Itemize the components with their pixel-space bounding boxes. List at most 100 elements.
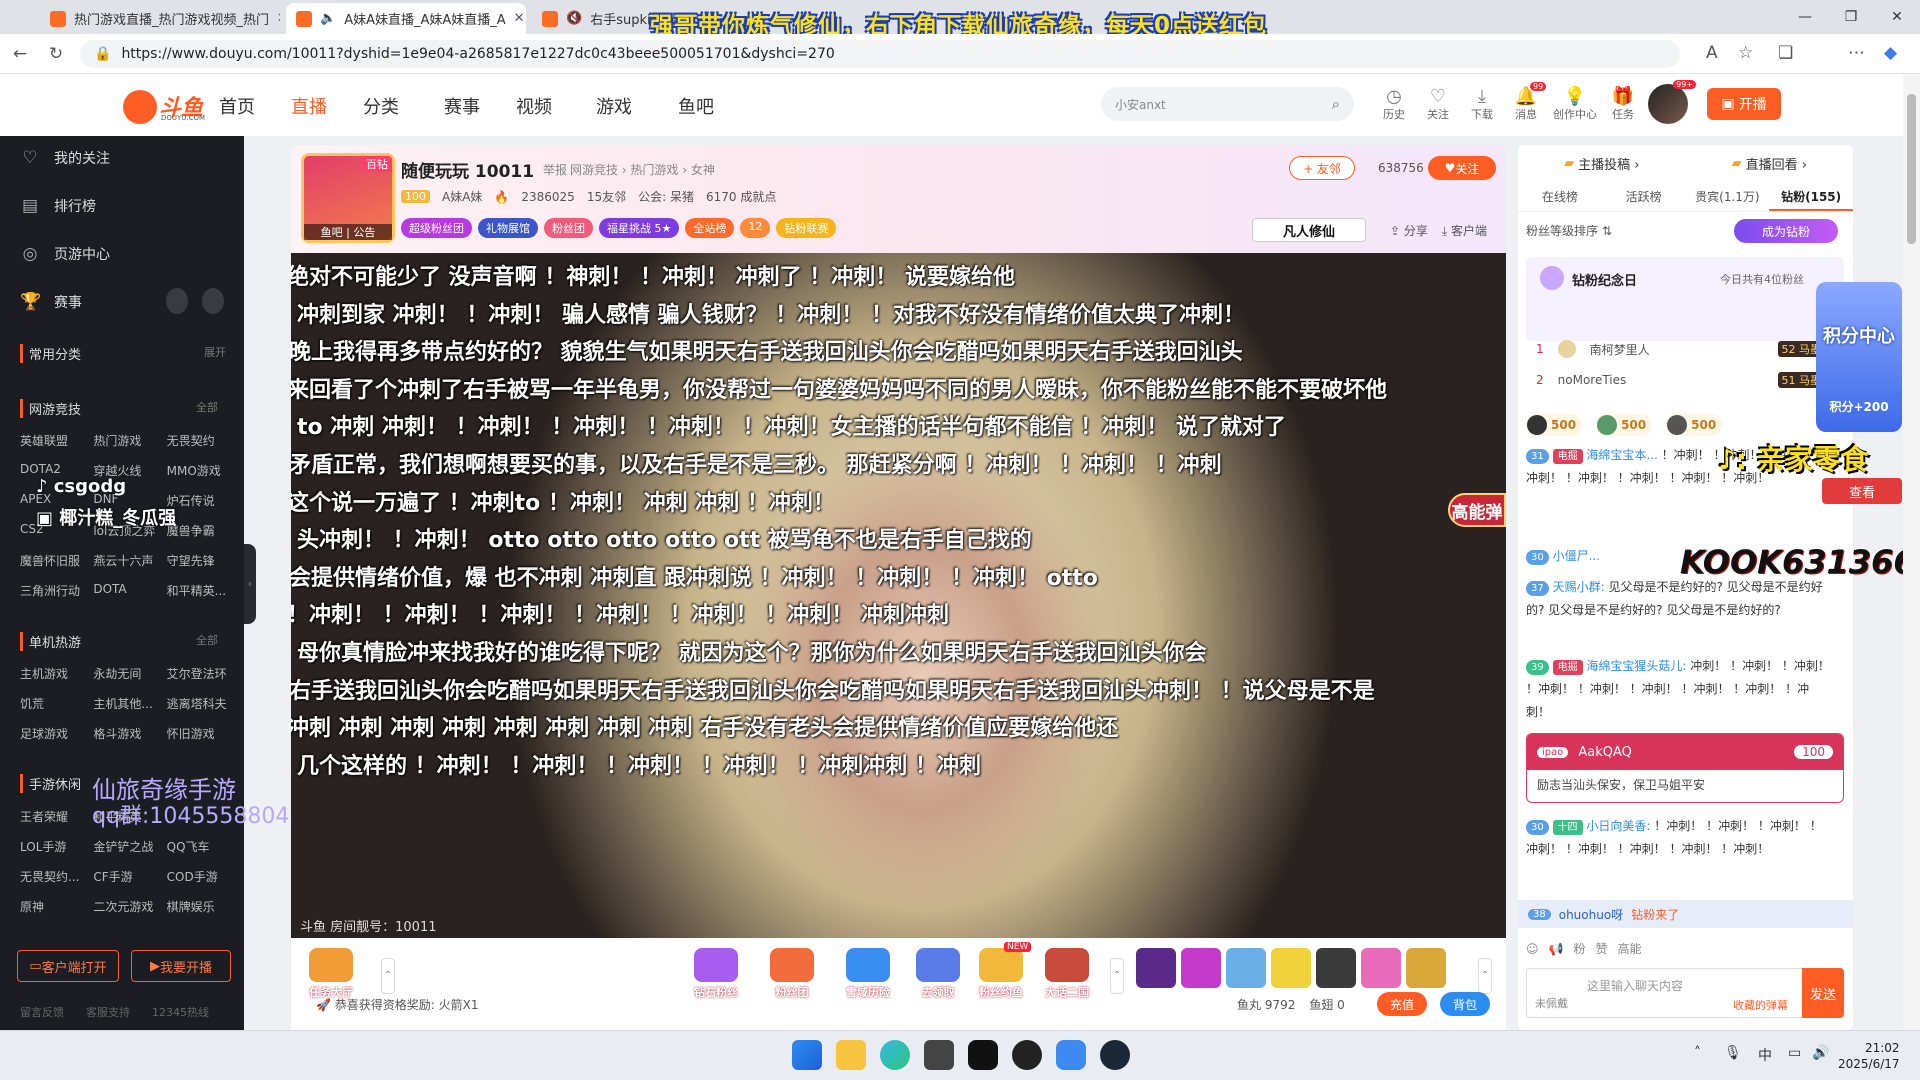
sidebar-category-link[interactable]: QQ飞车 [167,838,240,855]
achievement-points[interactable]: 6170 成就点 [706,188,776,205]
windows-start-icon[interactable] [792,1040,822,1070]
copilot-icon[interactable]: ◆ [1884,43,1897,63]
douyu-logo[interactable]: 斗鱼 DOUYU.COM [123,90,205,124]
gift-item[interactable]: 粉丝约鱼 [974,948,1028,1000]
sidebar-category-link[interactable]: 魔兽争霸 [167,522,240,539]
sidebar-category-link[interactable]: 永劫无间 [93,665,166,682]
start-live-button[interactable]: ▣ 开播 [1707,88,1781,120]
close-window-button[interactable]: ✕ [1874,0,1920,34]
sidebar-category-link[interactable]: LOL手游 [20,838,93,855]
sidebar-category-link[interactable]: 无畏契约... [20,868,93,885]
sidebar-category-link[interactable]: 炉石传说 [167,492,240,509]
app-icon[interactable] [1056,1040,1086,1070]
back-icon[interactable]: ← [8,42,32,66]
sidebar-category-link[interactable]: 王者荣耀 [20,808,93,825]
minimize-button[interactable]: — [1782,0,1828,34]
history-button[interactable]: ◷ 历史 [1374,86,1414,122]
scrollbar-thumb[interactable] [1907,94,1916,244]
saved-danmaku-link[interactable]: 收藏的弹幕 [1733,997,1788,1013]
chat-username[interactable]: 小僵尸... [1553,549,1600,563]
sponsor-logo[interactable]: 凡人修仙 [1252,218,1366,242]
megaphone-icon[interactable]: 📢 [1549,942,1564,956]
file-explorer-icon[interactable] [836,1040,866,1070]
collections-icon[interactable]: ❏ [1778,43,1793,63]
nav-category[interactable]: 分类 [363,93,399,119]
unlogged-badge[interactable]: 未佩戴 [1535,995,1568,1011]
gaoneng-button[interactable]: 高能 [1618,940,1642,957]
steam-icon[interactable] [1100,1040,1130,1070]
tab-online[interactable]: 在线榜 [1518,182,1602,211]
sidebar-category-link[interactable]: 燕云十六声 [93,552,166,569]
become-fan-button[interactable]: 成为钻粉 [1734,219,1838,243]
badge-diamond-league[interactable]: 钻粉联赛 [776,218,837,238]
support-link[interactable]: 客服支持 [86,1004,130,1020]
dota2-icon[interactable] [202,288,224,314]
fan-emote-icon[interactable]: 粉 [1573,940,1585,957]
message-button[interactable]: 🔔 消息 99 [1506,82,1547,122]
points-center-overlay[interactable]: 积分中心 积分+200 [1816,282,1902,432]
tray-expand-icon[interactable]: ˄ [1694,1045,1701,1061]
gift-item[interactable]: 去领取 [911,948,965,1000]
gift-scroll-up[interactable]: ⌃ [1110,958,1124,994]
close-icon[interactable]: ✕ [514,11,525,26]
client-button[interactable]: ⤓ 客户端 [1442,222,1487,239]
sidebar-item-ranking[interactable]: ▤ 排行榜 [20,196,96,216]
page-scrollbar[interactable] [1903,74,1920,1030]
nav-video[interactable]: 视频 [516,93,552,119]
sidebar-category-link[interactable]: 逃离塔科夫 [167,695,240,712]
capcut-icon[interactable] [924,1040,954,1070]
sidebar-category-link[interactable]: 三角洲行动 [20,582,93,599]
report-link[interactable]: 举报 [543,161,567,178]
follow-button[interactable]: ♥ 关注 [1428,156,1496,180]
friends-count[interactable]: 15友邻 [587,188,626,205]
app-z-icon[interactable] [968,1040,998,1070]
user-avatar[interactable]: 99+ [1648,80,1696,124]
sidebar-category-link[interactable]: 足球游戏 [20,725,93,742]
nav-yuba[interactable]: 鱼吧 [678,93,714,119]
enter-username[interactable]: ohuohuo呀 [1559,906,1623,923]
browser-tab-active[interactable]: 🔈 A妹A妹直播_A妹A妹直播_A ✕ [286,3,526,34]
super-chat-name[interactable]: AakQAQ [1578,745,1632,760]
task-button[interactable]: 🎁 任务 [1603,86,1643,122]
sidebar-category-link[interactable]: 主机游戏 [20,665,93,682]
lottery-box-icon[interactable] [1316,948,1356,988]
backpack-button[interactable]: 背包 [1440,992,1490,1016]
high-energy-danmaku-tab[interactable]: 高能弹 [1448,493,1506,527]
chat-username[interactable]: 海绵宝宝猩头菇儿: [1586,659,1686,673]
gift-count[interactable]: 500 [1596,414,1653,436]
speaker-icon[interactable]: 🔈 [320,11,336,26]
volume-icon[interactable]: 🔊 [1812,1045,1829,1061]
badge-super-fans[interactable]: 超级粉丝团 [401,218,472,238]
more-icon[interactable]: ⋯ [1848,43,1865,63]
nav-events[interactable]: 赛事 [444,93,480,119]
yuba-notice-link[interactable]: 鱼吧 | 公告 [304,224,392,240]
gift-item[interactable]: 粉丝团 [765,948,819,1000]
chat-username[interactable]: 天赐小群: [1553,580,1605,594]
lottery-box-icon[interactable] [1271,948,1311,988]
replay-link[interactable]: ▰ 直播回看 › [1686,145,1854,181]
send-button[interactable]: 发送 [1802,968,1844,1018]
lottery-box-icon[interactable] [1136,948,1176,988]
sidebar-category-link[interactable]: 金铲铲之战 [93,838,166,855]
sidebar-item-follow[interactable]: ♡ 我的关注 [20,148,110,168]
rank-row[interactable]: 2 noMoreTies 51 马墨墨 [1536,372,1836,388]
badge-lucky-challenge[interactable]: 福星挑战 5★ [599,218,680,238]
edge-browser-icon[interactable] [880,1040,910,1070]
mute-icon[interactable]: 🔇 [566,11,582,26]
gift-item[interactable]: 大话二国 [1040,948,1094,1000]
download-button[interactable]: ⤓ 下载 [1462,86,1502,122]
gift-scroll-up[interactable]: ⌃ [381,958,395,994]
search-input[interactable]: 小安anxt ⌕ [1101,87,1354,121]
sidebar-category-link[interactable]: 和平精英... [167,582,240,599]
sidebar-collapse-handle[interactable]: ‹ [244,544,256,624]
ime-indicator[interactable]: 中 [1758,1045,1772,1065]
maximize-button[interactable]: ❐ [1828,0,1874,34]
lottery-box-icon[interactable] [1361,948,1401,988]
tab-vip[interactable]: 贵宾(1.1万) [1686,182,1770,211]
sidebar-category-link[interactable]: 主机其他... [93,695,166,712]
badge-gift-hall[interactable]: 礼物展馆 [478,218,538,238]
youbar-button[interactable]: + 友邻 [1289,156,1355,180]
chat-username[interactable]: 小日向美香: [1586,819,1650,833]
lottery-box-icon[interactable] [1181,948,1221,988]
sidebar-category-link[interactable]: 热门游戏 [93,432,166,449]
